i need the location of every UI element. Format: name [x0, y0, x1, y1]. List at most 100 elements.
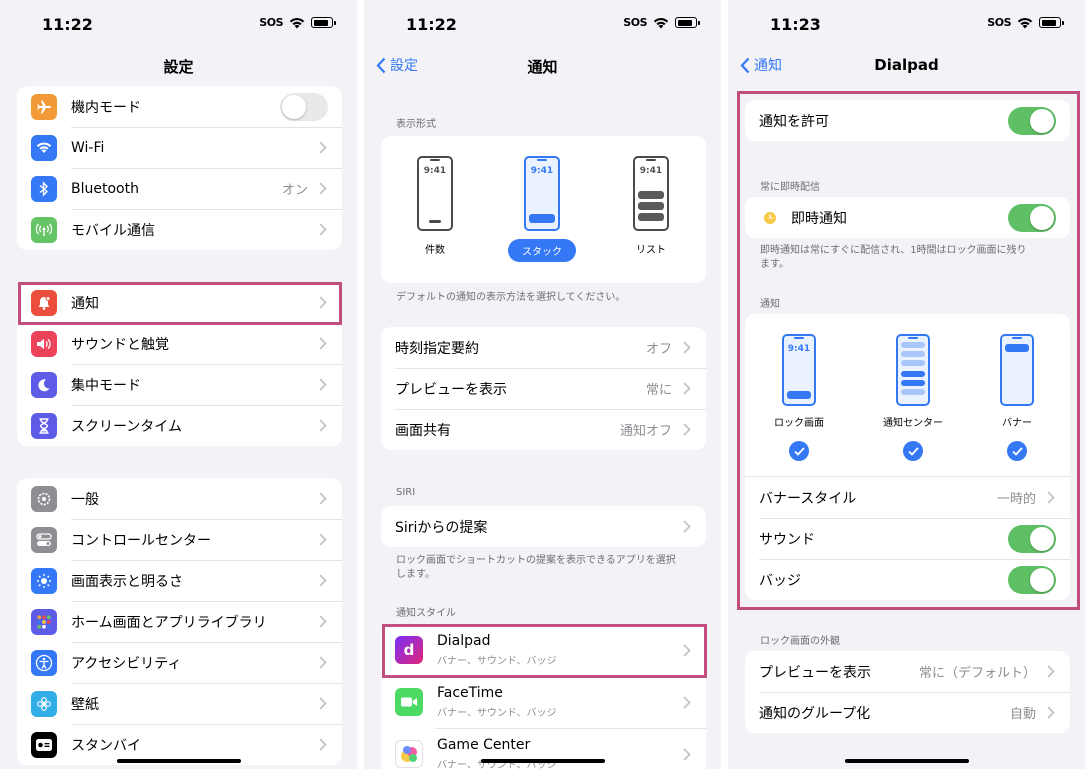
app-name: Game Center — [437, 737, 531, 753]
battery-icon — [311, 17, 336, 28]
settings-row-label: スタンバイ — [71, 737, 141, 754]
settings-row-airplane[interactable]: 機内モード — [17, 86, 342, 127]
sos-indicator: SOS — [623, 16, 647, 29]
settings-row-label: 機内モード — [71, 99, 141, 116]
chevron-right-icon — [319, 656, 327, 669]
mock-time: 9:41 — [530, 166, 554, 176]
settings-row-accessibility[interactable]: アクセシビリティ — [17, 642, 342, 683]
settings-row-screentime[interactable]: スクリーンタイム — [17, 405, 342, 446]
switches-icon — [31, 526, 57, 553]
row-label: Siriからの提案 — [395, 519, 488, 536]
section-header-lock-appearance: ロック画面の外観 — [760, 636, 840, 647]
phone-mock-count: 9:41 — [417, 156, 453, 231]
airplane-icon — [31, 93, 57, 120]
settings-row-focus[interactable]: 集中モード — [17, 364, 342, 405]
hourglass-icon — [31, 412, 57, 439]
style-option-count[interactable]: 9:41 件数 — [399, 156, 471, 256]
row-value: 常に（デフォルト） — [918, 666, 1036, 681]
settings-row-label: モバイル通信 — [71, 222, 155, 239]
row-label: プレビューを表示 — [759, 664, 871, 681]
settings-row-bluetooth[interactable]: Bluetooth オン — [17, 168, 342, 209]
page-title: 通知 — [527, 58, 558, 76]
app-row-facetime[interactable]: FaceTime バナー、サウンド、バッジ — [381, 676, 706, 728]
sun-icon — [31, 567, 57, 594]
phone-mock-stack: 9:41 — [524, 156, 560, 231]
settings-group-general: 一般 コントロールセンター 画面表示と明るさ ホーム画面とアプリライブラリ アク… — [17, 478, 342, 765]
bluetooth-icon — [31, 175, 57, 202]
sos-indicator: SOS — [987, 16, 1011, 29]
chevron-right-icon — [319, 574, 327, 587]
settings-row-label: サウンドと触覚 — [71, 336, 169, 353]
style-option-label: 件数 — [425, 245, 445, 256]
chevron-right-icon — [319, 738, 327, 751]
settings-row-display[interactable]: 画面表示と明るさ — [17, 560, 342, 601]
display-style-group: 9:41 件数 9:41 スタック 9:41 リスト — [381, 136, 706, 283]
chevron-right-icon — [319, 378, 327, 391]
speaker-icon — [31, 330, 57, 357]
status-time: 11:22 — [42, 15, 93, 34]
settings-row-sounds[interactable]: サウンドと触覚 — [17, 323, 342, 364]
home-indicator[interactable] — [480, 759, 605, 763]
status-time: 11:23 — [770, 15, 821, 34]
chevron-right-icon — [1047, 665, 1055, 678]
status-bar: 11:22 SOS — [0, 0, 357, 50]
row-label: 通知のグループ化 — [759, 705, 871, 722]
airplane-toggle[interactable] — [280, 92, 328, 121]
moon-icon — [31, 371, 57, 398]
row-notification-grouping[interactable]: 通知のグループ化 自動 — [745, 692, 1070, 733]
chevron-right-icon — [319, 533, 327, 546]
row-show-previews[interactable]: プレビューを表示 常に（デフォルト） — [745, 651, 1070, 692]
settings-row-cellular[interactable]: モバイル通信 — [17, 209, 342, 250]
chevron-right-icon — [319, 419, 327, 432]
section-header-siri: SIRI — [396, 487, 416, 498]
style-option-label: スタック — [508, 239, 576, 262]
row-screen-sharing[interactable]: 画面共有 通知オフ — [381, 409, 706, 450]
battery-icon — [1039, 17, 1064, 28]
chevron-right-icon — [683, 747, 691, 761]
row-value: 自動 — [1009, 707, 1036, 722]
antenna-icon — [31, 216, 57, 243]
settings-row-label: ホーム画面とアプリライブラリ — [71, 614, 267, 631]
section-header-style: 通知スタイル — [396, 608, 456, 619]
settings-row-wallpaper[interactable]: 壁紙 — [17, 683, 342, 724]
chevron-right-icon — [683, 423, 691, 436]
settings-row-home-screen[interactable]: ホーム画面とアプリライブラリ — [17, 601, 342, 642]
chevron-right-icon — [319, 337, 327, 350]
page-title: 設定 — [163, 58, 194, 76]
row-value: 通知オフ — [619, 424, 672, 439]
page-title: Dialpad — [874, 56, 939, 74]
home-indicator[interactable] — [844, 759, 969, 763]
notifications-screen: 11:22 SOS 設定 通知 表示形式 9:41 件数 9:41 スタック 9… — [364, 0, 721, 769]
style-option-stack[interactable]: 9:41 スタック — [505, 156, 579, 262]
wifi-status-icon — [653, 17, 669, 28]
settings-row-label: 集中モード — [71, 377, 141, 394]
row-show-previews[interactable]: プレビューを表示 常に — [381, 368, 706, 409]
lock-appearance-group: プレビューを表示 常に（デフォルト） 通知のグループ化 自動 — [745, 651, 1070, 733]
game-center-icon — [395, 740, 423, 768]
chevron-right-icon — [1047, 706, 1055, 719]
settings-row-label: Wi-Fi — [71, 139, 105, 156]
row-scheduled-summary[interactable]: 時刻指定要約 オフ — [381, 327, 706, 368]
chevron-right-icon — [683, 695, 691, 709]
section-header-display: 表示形式 — [396, 119, 436, 130]
home-indicator[interactable] — [116, 759, 241, 763]
settings-row-control-center[interactable]: コントロールセンター — [17, 519, 342, 560]
notification-options-group: 時刻指定要約 オフ プレビューを表示 常に 画面共有 通知オフ — [381, 327, 706, 450]
settings-row-label: Bluetooth — [71, 180, 139, 197]
settings-row-label: アクセシビリティ — [71, 655, 182, 672]
style-option-list[interactable]: 9:41 リスト — [615, 156, 687, 256]
chevron-right-icon — [683, 520, 691, 533]
row-value: 常に — [645, 383, 672, 398]
facetime-icon — [395, 688, 423, 716]
grid-icon — [31, 608, 57, 635]
settings-row-general[interactable]: 一般 — [17, 478, 342, 519]
settings-row-label: 壁紙 — [71, 696, 99, 713]
settings-row-wifi[interactable]: Wi-Fi — [17, 127, 342, 168]
settings-group-connectivity: 機内モード Wi-Fi Bluetooth オン モバイル通信 — [17, 86, 342, 250]
sos-indicator: SOS — [259, 16, 283, 29]
chevron-right-icon — [319, 697, 327, 710]
wifi-status-icon — [289, 17, 305, 28]
nav-bar: 通知 Dialpad — [728, 50, 1085, 80]
status-time: 11:22 — [406, 15, 457, 34]
row-siri-suggestions[interactable]: Siriからの提案 — [381, 506, 706, 547]
